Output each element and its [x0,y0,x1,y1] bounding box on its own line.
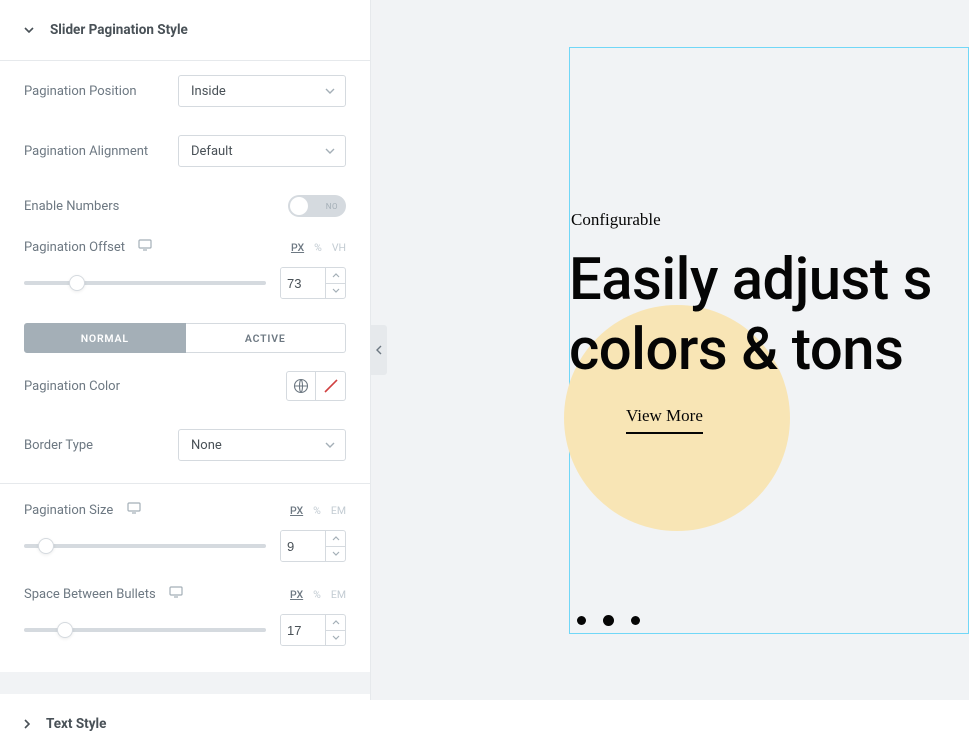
state-tabs: NORMAL ACTIVE [24,315,346,357]
spin-down[interactable] [326,631,345,646]
spin-up[interactable] [326,615,345,631]
preview-canvas: Configurable Easily adjust s colors & to… [371,0,969,700]
select-pagination-alignment[interactable]: Default [178,135,346,167]
row-border-type: Border Type None [24,415,346,475]
headline-line-2: colors & tons [569,316,903,384]
label-pagination-color: Pagination Color [24,379,120,394]
label-text: Space Between Bullets [24,587,156,602]
unit-pct[interactable]: % [314,241,322,254]
unit-pct[interactable]: % [313,588,321,601]
input-offset[interactable] [280,267,346,299]
units-space: PX % EM [290,588,346,601]
slider-row-space [24,608,346,662]
select-value: Default [191,144,233,159]
row-pagination-offset-header: Pagination Offset PX % VH [24,231,346,261]
row-pagination-size-header: Pagination Size PX % EM [24,494,346,524]
pagination-dot-active[interactable] [603,615,614,626]
select-value: None [191,438,222,453]
section-gap [0,672,370,694]
unit-px[interactable]: PX [290,588,303,601]
slider-size[interactable] [24,544,266,548]
color-picker-button[interactable] [316,371,346,401]
pagination-dot[interactable] [631,616,640,625]
chevron-left-icon [376,345,382,355]
label-border-type: Border Type [24,438,93,453]
unit-em[interactable]: EM [331,588,346,601]
caret-down-icon [24,27,34,33]
input-space[interactable] [280,614,346,646]
units-offset: PX % VH [291,241,346,254]
unit-vh[interactable]: VH [332,241,346,254]
slide-eyebrow: Configurable [571,210,661,230]
slide-headline: Easily adjust s colors & tons [569,246,932,385]
section-header-text-style[interactable]: Text Style [0,694,370,754]
divider [0,483,370,484]
label-pagination-size: Pagination Size [24,502,141,518]
settings-sidebar: Slider Pagination Style Pagination Posit… [0,0,371,700]
unit-em[interactable]: EM [331,504,346,517]
input-space-field[interactable] [281,615,325,645]
caret-right-icon [24,719,30,729]
input-offset-field[interactable] [281,268,325,298]
label-pagination-alignment: Pagination Alignment [24,144,148,159]
chevron-down-icon [325,442,335,448]
row-pagination-alignment: Pagination Alignment Default [24,121,346,181]
label-pagination-offset: Pagination Offset [24,239,152,255]
section-header-slider-pagination[interactable]: Slider Pagination Style [0,0,370,61]
spin-up[interactable] [326,531,345,547]
label-text: Pagination Size [24,503,113,518]
label-enable-numbers: Enable Numbers [24,199,119,214]
tab-normal[interactable]: NORMAL [24,323,186,353]
chevron-down-icon [325,148,335,154]
slider-row-offset [24,261,346,315]
unit-pct[interactable]: % [313,504,321,517]
slider-thumb[interactable] [69,275,85,291]
headline-line-1: Easily adjust s [569,246,932,314]
no-color-icon [322,377,340,395]
desktop-icon[interactable] [169,586,183,598]
slider-thumb[interactable] [38,538,54,554]
chevron-down-icon [325,88,335,94]
tab-active[interactable]: ACTIVE [186,323,347,353]
slider-space[interactable] [24,628,266,632]
label-space-between: Space Between Bullets [24,586,183,602]
slider-offset[interactable] [24,281,266,285]
panel-collapse-handle[interactable] [371,325,387,375]
desktop-icon[interactable] [127,502,141,514]
spin-down[interactable] [326,284,345,299]
slider-row-size [24,524,346,578]
pagination-dots [577,616,640,626]
row-enable-numbers: Enable Numbers NO [24,181,346,231]
select-value: Inside [191,84,226,99]
section-title: Slider Pagination Style [50,22,188,38]
select-border-type[interactable]: None [178,429,346,461]
select-pagination-position[interactable]: Inside [178,75,346,107]
pagination-dot[interactable] [577,616,586,625]
unit-px[interactable]: PX [291,241,304,254]
label-pagination-position: Pagination Position [24,84,137,99]
label-text: Pagination Offset [24,240,125,255]
units-size: PX % EM [290,504,346,517]
input-size-field[interactable] [281,531,325,561]
slider-thumb[interactable] [57,622,73,638]
globe-icon [293,378,309,394]
desktop-icon[interactable] [138,239,152,251]
section-title: Text Style [46,716,106,732]
color-controls [286,371,346,401]
spin-down[interactable] [326,547,345,562]
slider-content: Configurable Easily adjust s colors & to… [570,48,968,633]
row-pagination-color: Pagination Color [24,357,346,415]
unit-px[interactable]: PX [290,504,303,517]
row-space-between-header: Space Between Bullets PX % EM [24,578,346,608]
input-size[interactable] [280,530,346,562]
toggle-enable-numbers[interactable]: NO [288,195,346,217]
view-more-link[interactable]: View More [626,406,703,434]
spin-up[interactable] [326,268,345,284]
global-color-button[interactable] [286,371,316,401]
toggle-label: NO [326,202,338,211]
selected-widget[interactable]: Configurable Easily adjust s colors & to… [569,47,969,634]
row-pagination-position: Pagination Position Inside [24,61,346,121]
toggle-knob [290,197,308,215]
